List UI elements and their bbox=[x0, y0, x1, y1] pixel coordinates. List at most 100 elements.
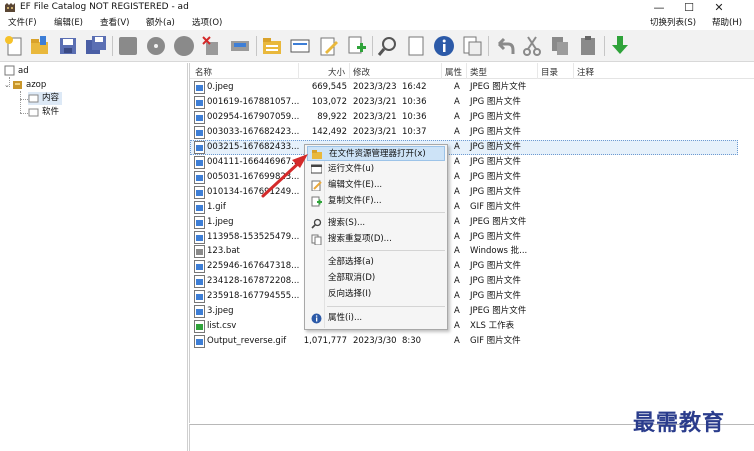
ctx-label: 搜索重复项(D)... bbox=[328, 234, 392, 244]
save-icon[interactable] bbox=[56, 34, 80, 58]
cell-time: 10:37 bbox=[402, 126, 427, 137]
header-size[interactable]: 大小 bbox=[328, 66, 345, 78]
disc-icon[interactable] bbox=[144, 34, 168, 58]
menu-file[interactable]: 文件(F) bbox=[8, 17, 37, 29]
cell-type: GIF 图片文件 bbox=[470, 201, 521, 212]
table-row[interactable]: 1.jpeg A JPEG 图片文件 bbox=[190, 215, 754, 230]
menu-extra[interactable]: 额外(a) bbox=[146, 17, 175, 29]
maximize-button[interactable]: ☐ bbox=[674, 0, 704, 16]
table-row[interactable]: 003033-167682423... 142,492 2023/3/21 10:37… bbox=[190, 125, 754, 140]
table-row[interactable]: 3.jpeg A JPEG 图片文件 bbox=[190, 304, 754, 319]
info-icon[interactable] bbox=[432, 34, 456, 58]
menu-options[interactable]: 选项(O) bbox=[192, 17, 222, 29]
ctx-run-file[interactable]: 运行文件(u) bbox=[307, 162, 445, 177]
menu-help[interactable]: 帮助(H) bbox=[712, 17, 742, 29]
folder-list-icon[interactable] bbox=[260, 34, 284, 58]
edit-pencil-icon[interactable] bbox=[316, 34, 340, 58]
download-icon[interactable] bbox=[608, 34, 632, 58]
blank-page-icon[interactable] bbox=[404, 34, 428, 58]
cell-attr: A bbox=[454, 231, 460, 242]
image-file-icon bbox=[194, 215, 205, 229]
table-row[interactable]: 010134-167691249... A JPG 图片文件 bbox=[190, 185, 754, 200]
add-file-icon[interactable] bbox=[344, 34, 368, 58]
cell-type: JPG 图片文件 bbox=[470, 186, 521, 197]
header-comment[interactable]: 注释 bbox=[577, 66, 594, 78]
minimize-button[interactable]: — bbox=[644, 0, 674, 16]
circle-icon[interactable] bbox=[172, 34, 196, 58]
ctx-search[interactable]: 搜索(S)... bbox=[307, 216, 445, 231]
close-button[interactable]: ✕ bbox=[704, 0, 734, 16]
cell-date: 2023/3/23 bbox=[353, 82, 397, 92]
header-type[interactable]: 类型 bbox=[470, 66, 487, 78]
table-row[interactable]: 001619-167881057... 103,072 2023/3/21 10:36… bbox=[190, 95, 754, 110]
table-row[interactable]: 1.gif A GIF 图片文件 bbox=[190, 200, 754, 215]
cell-size: 669,545 bbox=[311, 82, 347, 92]
table-row[interactable]: 234128-167872208... A JPG 图片文件 bbox=[190, 274, 754, 289]
menu-edit[interactable]: 编辑(E) bbox=[54, 17, 83, 29]
ctx-invert-selection[interactable]: 反向选择(I) bbox=[307, 287, 445, 302]
table-row[interactable]: 123.bat A Windows 批... bbox=[190, 244, 754, 259]
watermark-logo: 最需教育 bbox=[633, 410, 726, 436]
cell-name: 234128-167872208... bbox=[207, 276, 300, 287]
cell-name: 1.jpeg bbox=[207, 216, 234, 227]
scissors-icon[interactable] bbox=[520, 34, 544, 58]
tree-node-content[interactable]: 内容 bbox=[28, 92, 63, 105]
save-all-icon[interactable] bbox=[84, 34, 108, 58]
header-name[interactable]: 名称 bbox=[195, 66, 212, 78]
ctx-select-all[interactable]: 全部选择(a) bbox=[307, 255, 445, 270]
new-catalog-icon[interactable] bbox=[2, 34, 26, 58]
expand-chevron-icon[interactable]: ⌄ bbox=[4, 79, 12, 92]
cell-name: 225946-167647318... bbox=[207, 261, 300, 272]
header-directory[interactable]: 目录 bbox=[541, 66, 558, 78]
paste-icon[interactable] bbox=[576, 34, 600, 58]
grey-block-icon[interactable] bbox=[116, 34, 140, 58]
table-row[interactable]: list.csv A XLS 工作表 bbox=[190, 319, 754, 334]
menu-view[interactable]: 查看(V) bbox=[100, 17, 129, 29]
table-row[interactable]: 004111-166446967... A JPG 图片文件 bbox=[190, 155, 754, 170]
ctx-label: 运行文件(u) bbox=[328, 164, 375, 174]
menu-switch-list[interactable]: 切换列表(S) bbox=[650, 17, 696, 29]
cell-time: 10:36 bbox=[402, 111, 427, 122]
cell-type: JPG 图片文件 bbox=[470, 291, 521, 302]
cell-type: JPG 图片文件 bbox=[470, 141, 521, 152]
image-file-icon bbox=[194, 335, 205, 349]
ctx-open-in-explorer[interactable]: 在文件资源管理器打开(x) bbox=[307, 146, 445, 161]
scanner-icon[interactable] bbox=[228, 34, 252, 58]
cell-name: 004111-166446967... bbox=[207, 156, 300, 167]
header-attr[interactable]: 属性 bbox=[445, 66, 462, 78]
table-row[interactable]: 113958-153525479... A JPG 图片文件 bbox=[190, 230, 754, 245]
table-row[interactable]: 005031-167699823... A JPG 图片文件 bbox=[190, 170, 754, 185]
edit-icon bbox=[311, 180, 322, 191]
delete-tool-icon[interactable] bbox=[200, 34, 224, 58]
copy-doc-icon[interactable] bbox=[548, 34, 572, 58]
ctx-copy-file[interactable]: 复制文件(F)... bbox=[307, 194, 445, 209]
ctx-properties[interactable]: 属性(i)... bbox=[307, 311, 445, 326]
table-row[interactable]: Output_reverse.gif 1,071,777 2023/3/30 8:30… bbox=[190, 334, 754, 349]
table-row[interactable]: 003215-167682433... A JPG 图片文件 bbox=[190, 139, 754, 155]
header-modified[interactable]: 修改 bbox=[353, 66, 370, 78]
cell-type: XLS 工作表 bbox=[470, 321, 515, 332]
ctx-edit-file[interactable]: 编辑文件(E)... bbox=[307, 178, 445, 193]
cell-time: 10:36 bbox=[402, 96, 427, 107]
search-icon[interactable] bbox=[376, 34, 400, 58]
cell-type: JPG 图片文件 bbox=[470, 231, 521, 242]
cell-attr: A bbox=[454, 291, 460, 302]
table-row[interactable]: 002954-167907059... 89,922 2023/3/21 10:36 A… bbox=[190, 110, 754, 125]
ctx-label: 在文件资源管理器打开(x) bbox=[329, 149, 426, 159]
tree-node-software[interactable]: 软件 bbox=[28, 106, 59, 119]
card-icon[interactable] bbox=[288, 34, 312, 58]
tree-node-software-label: 软件 bbox=[42, 107, 60, 117]
copy-icon[interactable] bbox=[460, 34, 484, 58]
ctx-deselect-all[interactable]: 全部取消(D) bbox=[307, 271, 445, 286]
table-row[interactable]: 225946-167647318... A JPG 图片文件 bbox=[190, 259, 754, 274]
open-folder-icon[interactable] bbox=[28, 34, 52, 58]
image-file-icon bbox=[194, 200, 205, 214]
undo-icon[interactable] bbox=[492, 34, 516, 58]
table-row[interactable]: 0.jpeg 669,545 2023/3/23 16:42 A JPEG 图片文件 bbox=[190, 80, 754, 95]
ctx-search-duplicates[interactable]: 搜索重复项(D)... bbox=[307, 232, 445, 247]
cell-attr: A bbox=[454, 82, 460, 92]
run-icon bbox=[311, 164, 322, 174]
tree-node-azop[interactable]: ⌄ azop bbox=[4, 79, 46, 92]
table-row[interactable]: 235918-167794555... A JPG 图片文件 bbox=[190, 289, 754, 304]
tree-root[interactable]: ad bbox=[4, 65, 29, 78]
